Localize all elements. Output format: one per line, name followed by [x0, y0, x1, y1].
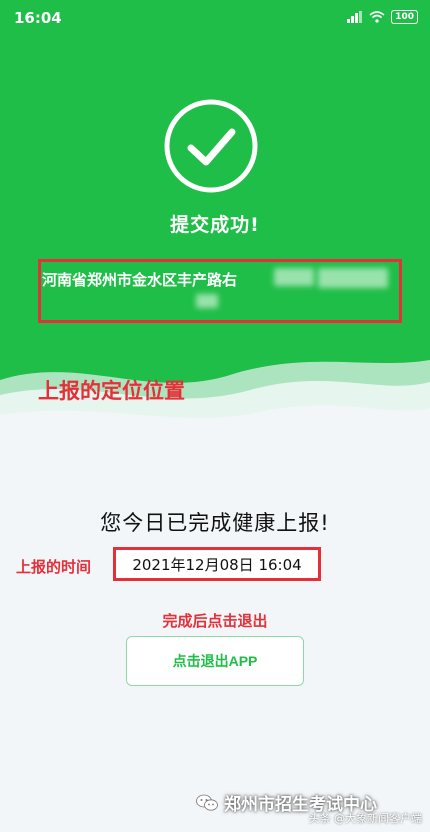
annotation-location: 上报的定位位置 [38, 379, 185, 403]
annotation-exit-hint: 完成后点击退出 [162, 612, 268, 630]
blurred-address-part [274, 268, 314, 286]
blurred-address-part [196, 294, 218, 308]
success-check-icon [164, 99, 258, 193]
exit-app-button[interactable]: 点击退出APP [126, 636, 304, 686]
status-bar: 16:04 100 [0, 0, 430, 36]
report-done-title: 您今日已完成健康上报! [100, 511, 330, 535]
blurred-address-part [318, 268, 388, 288]
report-timestamp: 2021年12月08日 16:04 [113, 547, 321, 581]
annotation-time: 上报的时间 [16, 558, 92, 576]
watermark-sub: 头条 @大象新闻客户端 [308, 812, 423, 825]
address-text: 河南省郑州市金水区丰产路右 [42, 271, 238, 289]
signal-icon [347, 11, 363, 23]
wechat-icon [196, 794, 218, 811]
status-icons: 100 [347, 10, 418, 24]
success-title: 提交成功! [170, 214, 260, 236]
battery-icon: 100 [391, 10, 418, 24]
status-time: 16:04 [14, 9, 62, 27]
wifi-icon [369, 11, 385, 23]
